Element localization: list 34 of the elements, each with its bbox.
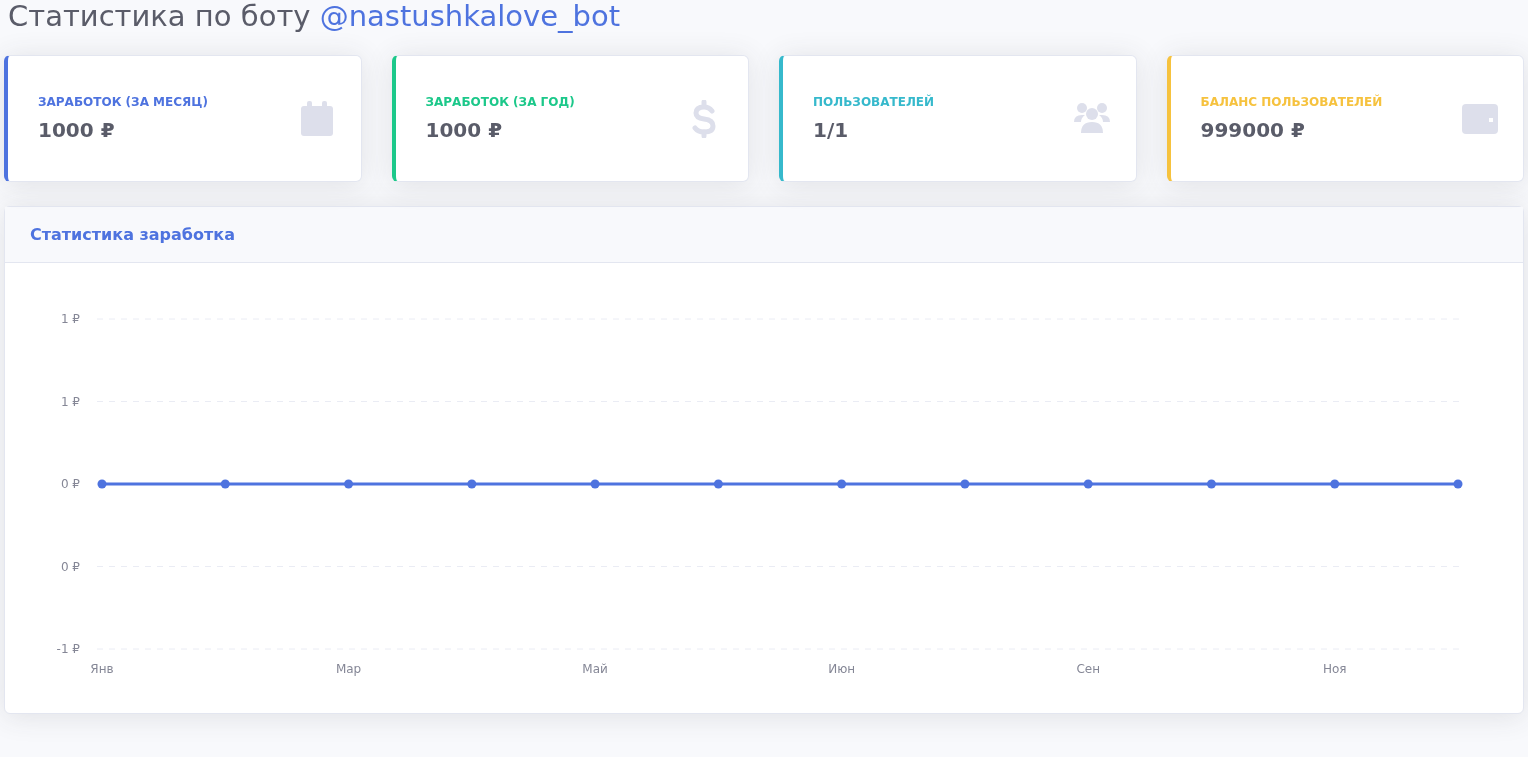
x-tick-label: Ноя xyxy=(1322,662,1347,677)
data-point xyxy=(344,479,354,489)
y-tick-label: 0 ₽ xyxy=(60,559,80,574)
x-tick-label: Июн xyxy=(828,662,856,677)
y-tick-label: -1 ₽ xyxy=(56,642,80,657)
data-point xyxy=(1453,479,1463,489)
data-point xyxy=(837,479,847,489)
x-tick-label: Янв xyxy=(90,662,114,677)
x-tick-label: Май xyxy=(582,662,608,677)
data-point xyxy=(467,479,477,489)
data-point xyxy=(1330,479,1340,489)
data-point xyxy=(97,479,107,489)
data-point xyxy=(713,479,723,489)
data-point xyxy=(1083,479,1093,489)
page-title: Статистика по боту @nastushkalove_bot xyxy=(7,0,622,31)
chart-title: Статистика заработка xyxy=(30,225,236,245)
stat-label: ЗАРАБОТОК (ЗА МЕСЯЦ) xyxy=(38,93,208,111)
stat-value: 999000 ₽ xyxy=(1200,116,1306,144)
y-tick-label: 1 ₽ xyxy=(60,394,80,409)
y-tick-label: 0 ₽ xyxy=(60,477,80,492)
data-point xyxy=(590,479,600,489)
y-tick-label: 1 ₽ xyxy=(60,312,80,327)
x-tick-label: Сен xyxy=(1076,662,1100,677)
stat-label: ЗАРАБОТОК (ЗА ГОД) xyxy=(425,93,575,111)
x-tick-label: Мар xyxy=(335,662,362,677)
data-point xyxy=(960,479,970,489)
stat-value: 1000 ₽ xyxy=(38,116,116,144)
stat-label: ПОЛЬЗОВАТЕЛЕЙ xyxy=(813,93,935,111)
bot-link[interactable]: @nastushkalove_bot xyxy=(319,0,621,33)
stat-value: 1000 ₽ xyxy=(425,116,504,144)
data-point xyxy=(220,479,230,489)
stat-value: 1/1 xyxy=(813,116,850,144)
data-point xyxy=(1206,479,1216,489)
stat-label: БАЛАНС ПОЛЬЗОВАТЕЛЕЙ xyxy=(1200,93,1383,111)
